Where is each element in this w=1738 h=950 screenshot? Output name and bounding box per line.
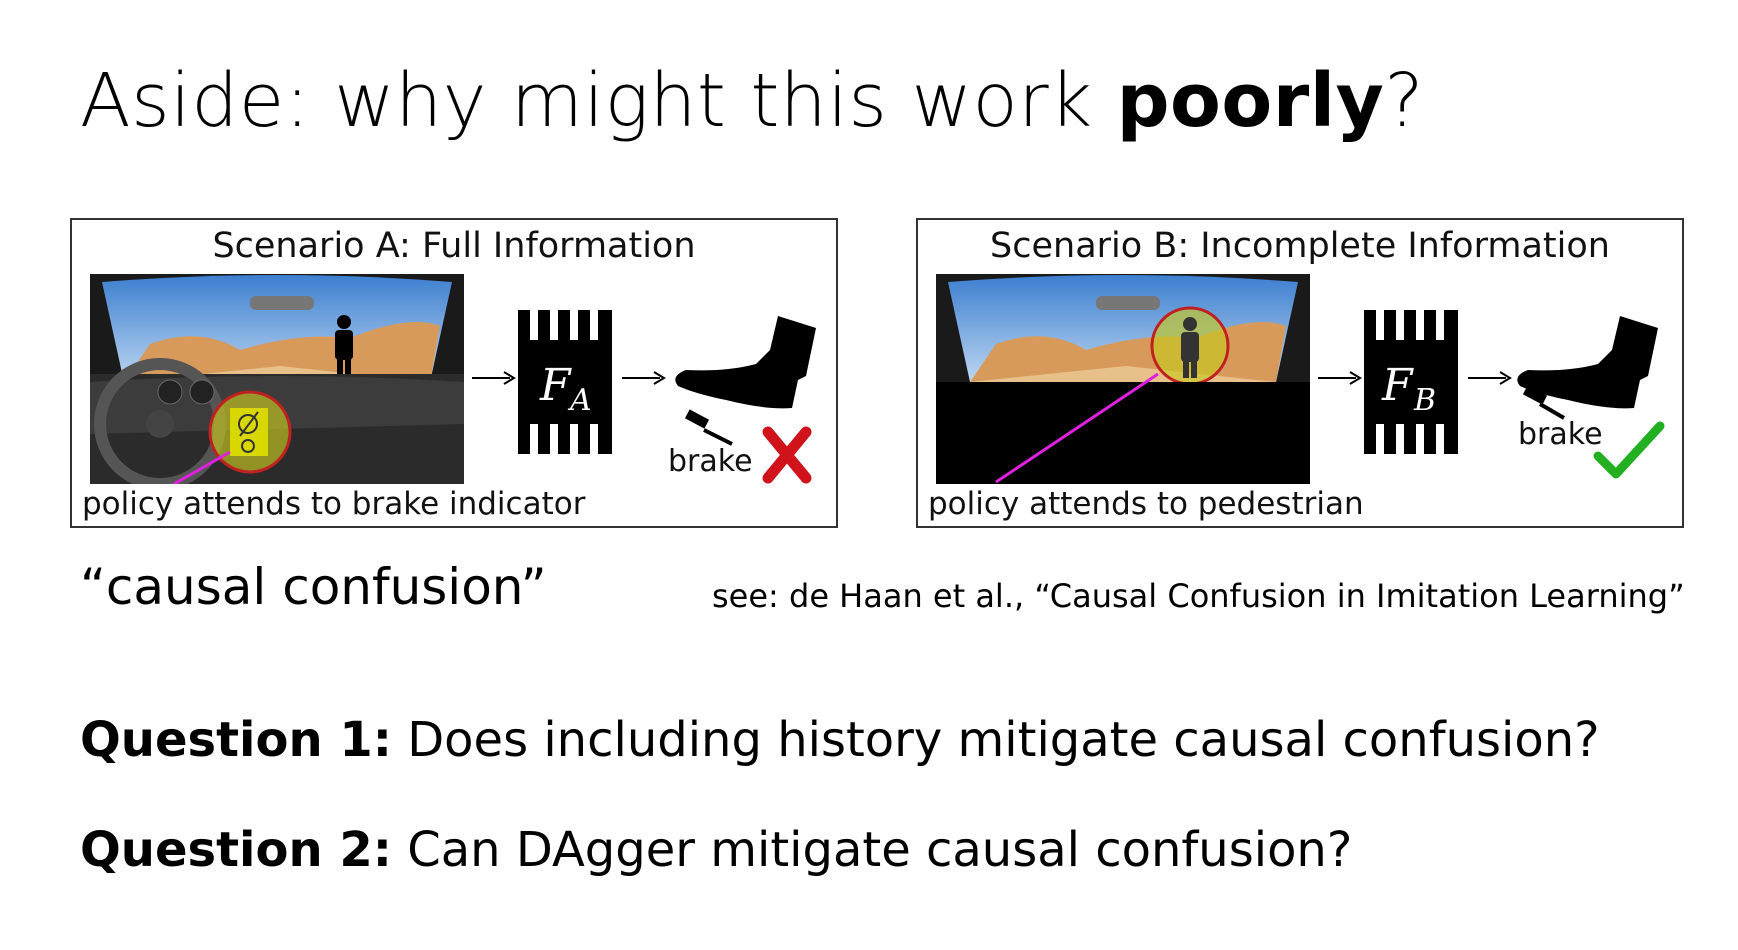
car-interior-partial-view <box>936 274 1310 484</box>
arrow-to-function-a <box>472 371 516 385</box>
scenario-b-title: Scenario B: Incomplete Information <box>990 226 1610 266</box>
correct-check-icon <box>1593 421 1665 479</box>
brake-pedal-scene-b: brake <box>1517 316 1665 479</box>
causal-confusion-label: “causal confusion” <box>80 558 547 616</box>
scenario-a-caption: policy attends to brake indicator <box>82 486 586 522</box>
arrow-to-function-b <box>1318 371 1362 385</box>
question-1: Question 1: Does including history mitig… <box>80 712 1600 768</box>
pedestrian-highlight <box>1150 306 1230 386</box>
title-suffix: ? <box>1384 58 1425 144</box>
scenario-a-panel: Scenario A: Full Information F A brake p… <box>70 218 838 528</box>
car-interior-full-view <box>90 274 464 484</box>
policy-network-b: F B <box>1364 310 1458 454</box>
brake-pedal-scene-a: brake <box>668 316 816 484</box>
scenario-b-caption: policy attends to pedestrian <box>928 486 1364 522</box>
function-subscript-a: A <box>567 383 592 418</box>
policy-network-a: F A <box>518 310 612 454</box>
brake-label-a: brake <box>668 444 753 479</box>
question-2-text: Can DAgger mitigate causal confusion? <box>391 822 1353 878</box>
slide-title: Aside: why might this work poorly? <box>80 58 1424 144</box>
scenario-b-panel: Scenario B: Incomplete Information F B b… <box>916 218 1684 528</box>
title-emphasis: poorly <box>1116 58 1385 144</box>
function-symbol-b: F <box>1381 360 1414 411</box>
scenario-a-title: Scenario A: Full Information <box>212 226 696 266</box>
boot-icon <box>675 316 816 409</box>
function-symbol-a: F <box>539 360 572 411</box>
arrow-to-action-a <box>622 371 666 385</box>
wrong-x-icon <box>762 426 812 484</box>
question-1-text: Does including history mitigate causal c… <box>391 712 1600 768</box>
brake-pedal-icon <box>684 409 733 446</box>
question-1-label: Question 1: <box>80 712 392 768</box>
brake-indicator-highlight <box>208 390 292 474</box>
citation: see: de Haan et al., “Causal Confusion i… <box>712 577 1685 615</box>
question-2-label: Question 2: <box>80 822 392 878</box>
function-subscript-b: B <box>1413 383 1436 418</box>
brake-label-b: brake <box>1518 417 1603 452</box>
title-prefix: Aside: why might this work <box>80 58 1117 144</box>
question-2: Question 2: Can DAgger mitigate causal c… <box>80 822 1352 878</box>
